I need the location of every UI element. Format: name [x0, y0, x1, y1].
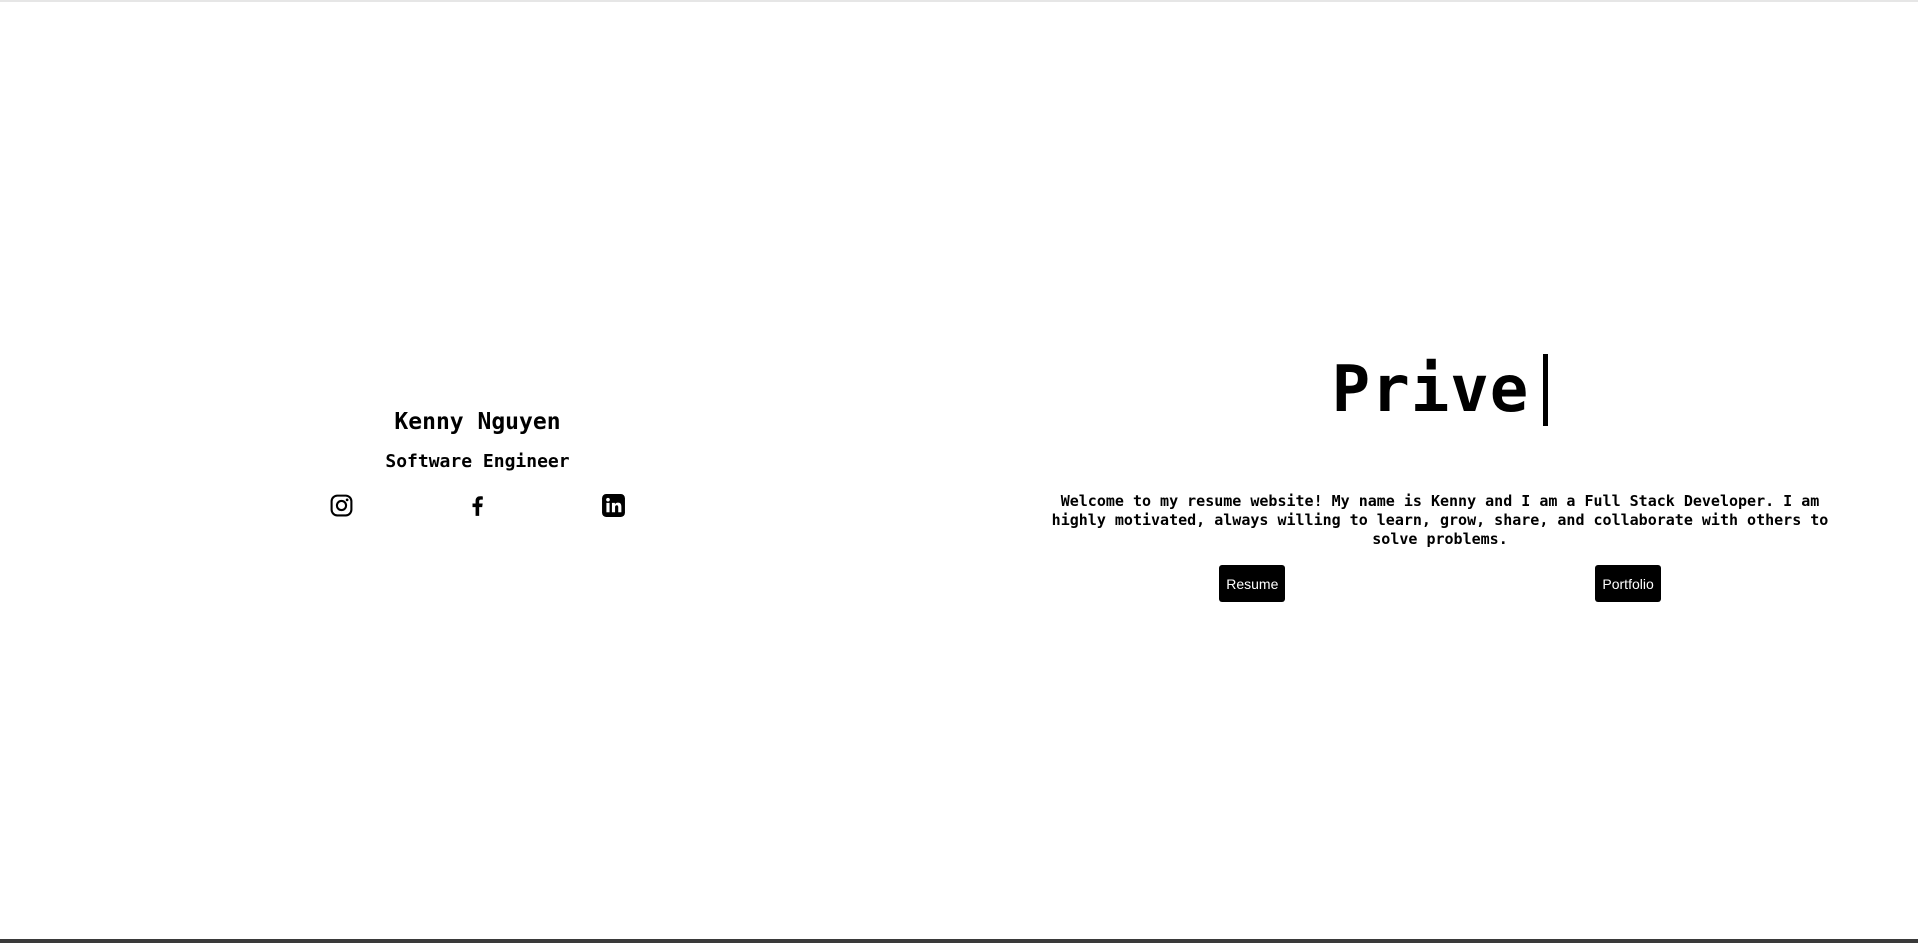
linkedin-icon: [602, 493, 625, 517]
facebook-link[interactable]: [464, 491, 492, 519]
bottom-taskbar-edge: [0, 939, 1918, 943]
hero-section: Prive Welcome to my resume website! My n…: [1030, 340, 1850, 602]
linkedin-link[interactable]: [600, 491, 628, 519]
instagram-link[interactable]: [328, 491, 356, 519]
profile-name: Kenny Nguyen: [394, 409, 561, 435]
facebook-icon: [472, 495, 483, 516]
portfolio-button[interactable]: Portfolio: [1595, 565, 1661, 602]
profile-title: Software Engineer: [385, 451, 570, 472]
instagram-icon: [330, 494, 353, 516]
hero-buttons: Resume Portfolio: [1030, 565, 1850, 602]
welcome-paragraph: Welcome to my resume website! My name is…: [1051, 492, 1829, 548]
profile-section: Kenny Nguyen Software Engineer: [0, 405, 955, 523]
typed-text: Prive: [1331, 353, 1530, 427]
social-links: [0, 487, 955, 523]
typing-cursor: [1543, 354, 1549, 426]
top-border: [0, 0, 1918, 2]
typed-heading: Prive: [1030, 340, 1850, 440]
resume-button[interactable]: Resume: [1219, 565, 1286, 602]
